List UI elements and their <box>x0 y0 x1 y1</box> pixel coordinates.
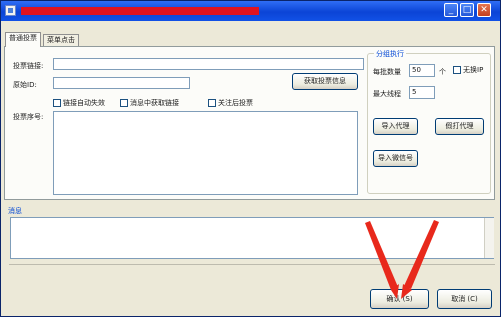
title-bar[interactable]: _ □ ✕ <box>1 1 500 21</box>
vote-sequence-label: 投票序号: <box>13 113 44 121</box>
app-icon <box>5 5 16 16</box>
original-id-label: 原始ID: <box>13 81 37 89</box>
checkbox-label: 消息中获取链接 <box>130 99 179 107</box>
fake-proxy-button[interactable]: 假打代理 <box>435 118 484 135</box>
vote-link-label: 投票链接: <box>13 62 44 70</box>
redacted-title <box>21 7 259 15</box>
cancel-button[interactable]: 取消 (C) <box>437 289 492 309</box>
per-batch-unit: 个 <box>439 68 446 76</box>
batch-group-title: 分组执行 <box>374 49 406 59</box>
vote-link-input[interactable] <box>53 58 364 70</box>
checkbox-label: 无换IP <box>463 66 484 74</box>
checkbox-label: 链接自动失效 <box>63 99 105 107</box>
messages-scrollbar[interactable] <box>484 218 494 258</box>
checkbox-box[interactable] <box>208 99 216 107</box>
tab-normal-vote[interactable]: 普通投票 <box>5 32 41 47</box>
per-batch-label: 每批数量 <box>373 68 401 76</box>
main-window: _ □ ✕ 普通投票 菜单点击 投票链接: 原始ID: 获取投票信息 链接自动失… <box>0 0 501 317</box>
max-threads-label: 最大线程 <box>373 90 401 98</box>
checkbox-vote-after-follow[interactable]: 关注后投票 <box>208 98 253 108</box>
original-id-input[interactable] <box>53 77 190 89</box>
confirm-button[interactable]: 确认 (S) <box>370 289 429 309</box>
checkbox-label: 关注后投票 <box>218 99 253 107</box>
max-threads-input[interactable]: 5 <box>409 86 435 99</box>
messages-title: 消息 <box>8 207 22 215</box>
close-button[interactable]: ✕ <box>477 3 491 17</box>
import-wechat-button[interactable]: 导入微信号 <box>373 150 418 167</box>
checkbox-box[interactable] <box>53 99 61 107</box>
messages-textarea[interactable] <box>10 217 494 259</box>
checkbox-no-ip-change[interactable]: 无换IP <box>453 65 483 75</box>
vote-sequence-textarea[interactable] <box>53 111 358 195</box>
checkbox-get-link-from-message[interactable]: 消息中获取链接 <box>120 98 179 108</box>
get-vote-info-button[interactable]: 获取投票信息 <box>292 73 358 90</box>
checkbox-box[interactable] <box>120 99 128 107</box>
per-batch-input[interactable]: 50 <box>409 64 435 77</box>
checkbox-box[interactable] <box>453 66 461 74</box>
minimize-button[interactable]: _ <box>444 3 458 17</box>
checkbox-auto-expire[interactable]: 链接自动失效 <box>53 98 105 108</box>
import-proxy-button[interactable]: 导入代理 <box>373 118 418 135</box>
status-divider <box>9 264 495 269</box>
maximize-button[interactable]: □ <box>460 3 474 17</box>
tab-menu-click[interactable]: 菜单点击 <box>43 34 79 46</box>
